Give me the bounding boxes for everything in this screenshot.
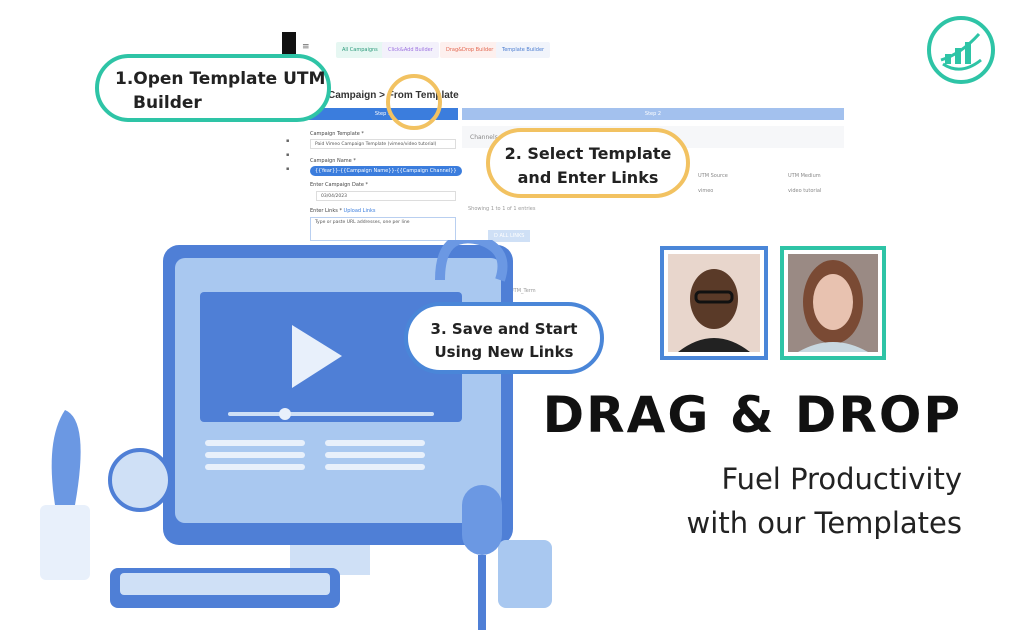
date-field[interactable]: 03/04/2023 — [316, 191, 456, 201]
template-label: Campaign Template * — [310, 131, 364, 137]
desk-illustration — [40, 240, 552, 630]
callout-1-line-2: Builder — [133, 93, 202, 113]
nav-template-builder[interactable]: Template Builder — [496, 42, 551, 58]
callout-save-start: 3. Save and Start Using New Links — [404, 302, 604, 374]
template-select[interactable]: Paid Vimeo Campaign Template (vimeo/vide… — [310, 139, 456, 149]
step-2[interactable]: Step 2 — [462, 108, 844, 120]
avatar-man — [660, 246, 768, 360]
subline-1: Fuel Productivity — [721, 462, 962, 496]
microphone — [462, 485, 502, 555]
col-utm-medium: UTM Medium — [788, 173, 821, 179]
nav-all-campaigns[interactable]: All Campaigns — [336, 42, 384, 58]
campaign-name-field[interactable]: {{Year}}-{{Campaign Name}}-{{Campaign Ch… — [310, 166, 462, 176]
callout-3-line-2: Using New Links — [434, 343, 574, 361]
highlight-circle — [386, 74, 442, 130]
monitor — [163, 245, 513, 575]
cactus — [51, 410, 81, 505]
col-utm-source: UTM Source — [698, 173, 728, 179]
name-label: Campaign Name * — [310, 158, 356, 164]
clock-icon — [108, 448, 172, 512]
plant-pot — [40, 505, 90, 580]
table-info: Showing 1 to 1 of 1 entries — [468, 206, 536, 212]
date-label: Enter Campaign Date * — [310, 182, 369, 188]
mug — [498, 540, 552, 608]
links-label: Enter Links * Upload Links — [310, 208, 376, 214]
cell-medium: video tutorial — [788, 188, 822, 194]
callout-1-line-1: 1.Open Template UTM — [115, 69, 326, 89]
nav-drag-drop-builder[interactable]: Drag&Drop Builder — [440, 42, 500, 58]
links-label-text: Enter Links * — [310, 208, 342, 214]
nav-click-add-builder[interactable]: Click&Add Builder — [382, 42, 439, 58]
avatar-woman — [780, 246, 886, 360]
callout-2-line-1: 2. Select Template — [504, 144, 672, 163]
app-logo — [282, 32, 296, 56]
cell-source: vimeo — [698, 188, 714, 194]
headline: DRAG & DROP — [542, 386, 962, 444]
callout-open-builder: 1.Open Template UTM Builder — [95, 54, 331, 122]
callout-2-line-2: and Enter Links — [517, 168, 659, 187]
callout-3-line-1: 3. Save and Start — [430, 320, 578, 338]
sidebar-icons[interactable]: ▪ ▪ ▪ — [286, 134, 290, 174]
brand-logo — [927, 16, 995, 84]
menu-icon[interactable]: ≡ — [302, 42, 310, 52]
upload-links[interactable]: Upload Links — [344, 208, 376, 214]
subline-2: with our Templates — [686, 506, 962, 540]
callout-select-template: 2. Select Template and Enter Links — [486, 128, 690, 198]
links-textarea[interactable]: Type or paste URL addresses, one per lin… — [310, 217, 456, 241]
